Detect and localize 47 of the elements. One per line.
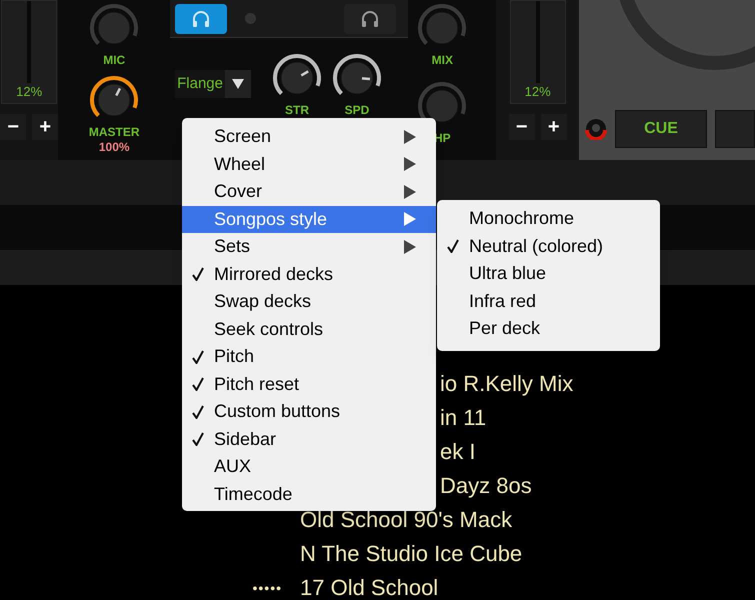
master-reading: 100%: [98, 139, 130, 156]
pitch-fader[interactable]: 12%: [510, 0, 566, 104]
menu-item[interactable]: Sidebar: [182, 426, 436, 453]
track-title[interactable]: in 11: [440, 407, 486, 429]
knob-label: SPD: [344, 104, 370, 116]
pitch-up-button[interactable]: +: [32, 114, 58, 140]
menu-item[interactable]: Pitch reset: [182, 370, 436, 398]
record-icon: [585, 118, 607, 140]
track-rating: •••••: [252, 578, 282, 598]
menu-item[interactable]: Sets: [182, 233, 436, 260]
knob-label: MIX: [432, 54, 453, 66]
menu-item[interactable]: Timecode: [182, 480, 436, 508]
menu-item[interactable]: Custom buttons: [182, 398, 436, 426]
knob-label: STR: [285, 104, 309, 116]
pitch-reading: 12%: [15, 82, 44, 100]
track-title[interactable]: Dayz 8os: [440, 475, 532, 497]
track-title[interactable]: Old School 90's Mack: [300, 509, 512, 531]
menu-item[interactable]: Songpos style: [182, 206, 436, 233]
submenu-item[interactable]: Per deck: [437, 315, 660, 342]
pitch-down-button[interactable]: −: [508, 114, 535, 140]
cue-button[interactable]: CUE: [615, 110, 707, 148]
pitch-fader[interactable]: 12%: [1, 0, 58, 104]
menu-item[interactable]: Screen: [182, 123, 436, 150]
mic-label: MIC: [103, 54, 126, 66]
pitch-up-button[interactable]: +: [540, 114, 567, 140]
menu-item[interactable]: Pitch: [182, 343, 436, 370]
menu-item[interactable]: Seek controls: [182, 316, 436, 343]
headphones-icon: [360, 10, 380, 28]
headphones-button[interactable]: [344, 4, 396, 34]
master-label: MASTER: [88, 126, 140, 138]
submenu-item[interactable]: Monochrome: [437, 205, 660, 232]
menu-item[interactable]: Mirrored decks: [182, 260, 436, 288]
headphones-button[interactable]: [175, 4, 228, 34]
headphones-icon: [191, 10, 212, 28]
effect-dropdown[interactable]: Flange: [175, 70, 251, 98]
menu-item[interactable]: AUX: [182, 453, 436, 480]
track-title[interactable]: io R.Kelly Mix: [440, 373, 574, 395]
submenu-item[interactable]: Infra red: [437, 288, 660, 315]
menu-item[interactable]: Wheel: [182, 150, 436, 178]
track-title[interactable]: N The Studio Ice Cube: [300, 543, 522, 565]
menu-item[interactable]: Swap decks: [182, 288, 436, 316]
track-title[interactable]: ek I: [440, 441, 476, 463]
submenu-item[interactable]: Ultra blue: [437, 260, 660, 288]
pitch-reading: 12%: [524, 82, 552, 100]
submenu-item[interactable]: Neutral (colored): [437, 232, 660, 260]
pitch-down-button[interactable]: −: [0, 114, 26, 140]
track-title[interactable]: 17 Old School: [300, 577, 438, 599]
